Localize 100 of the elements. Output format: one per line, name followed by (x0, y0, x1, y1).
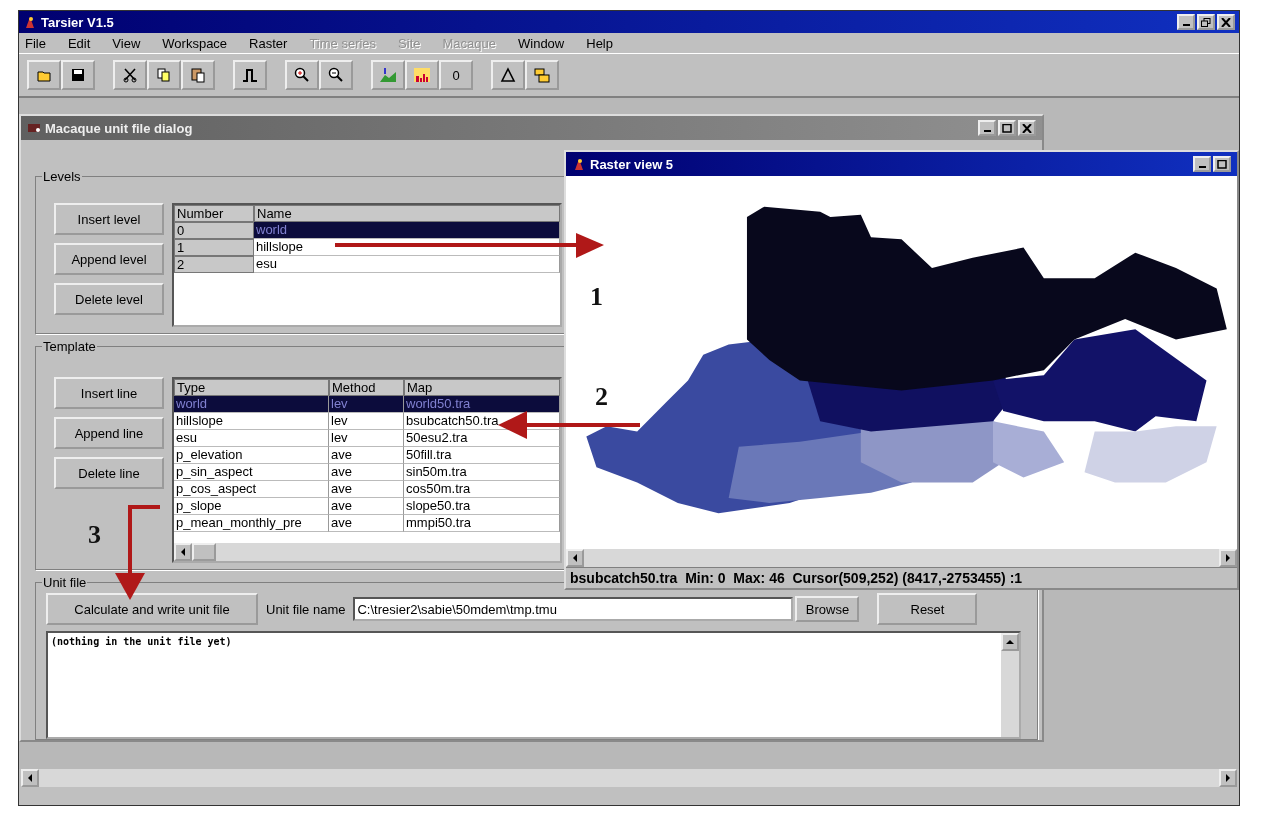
action-button[interactable]: Append level (54, 243, 164, 275)
action-button[interactable]: Insert line (54, 377, 164, 409)
field-label: Unit file name (266, 601, 346, 617)
menu-item[interactable]: File (25, 35, 46, 51)
graph-step-icon (242, 67, 258, 83)
scroll-up-button[interactable] (1001, 633, 1019, 651)
table-cell: p_sin_aspect (174, 464, 329, 481)
table-cell: p_elevation (174, 447, 329, 464)
zoom-out-button[interactable] (319, 60, 353, 90)
close-button[interactable] (1217, 14, 1235, 30)
column-header[interactable]: Name (254, 205, 560, 222)
scroll-right-button[interactable] (1219, 769, 1237, 787)
horizontal-scrollbar[interactable] (174, 543, 560, 561)
maximize-button[interactable] (998, 120, 1016, 136)
maximize-icon (1217, 159, 1227, 169)
triangle-button[interactable] (491, 60, 525, 90)
zoom-in-button[interactable] (285, 60, 319, 90)
menu-item[interactable]: Edit (67, 35, 91, 51)
landscape-button[interactable] (371, 60, 405, 90)
grid-row[interactable]: p_mean_monthly_pre ave mmpi50.tra (174, 515, 560, 532)
column-header[interactable]: Map (404, 379, 560, 396)
grid-row[interactable]: p_sin_aspect ave sin50m.tra (174, 464, 560, 481)
histogram-icon (414, 67, 430, 83)
column-header[interactable]: Type (174, 379, 329, 396)
vertical-scrollbar[interactable] (1001, 633, 1019, 737)
table-cell: lev (329, 413, 404, 430)
table-cell: lev (329, 430, 404, 447)
column-header[interactable]: Number (174, 205, 254, 222)
save-button[interactable] (61, 60, 95, 90)
app-icon (27, 122, 41, 134)
minimize-icon (1182, 24, 1190, 26)
horizontal-scrollbar[interactable] (566, 549, 1237, 567)
menu-item[interactable]: Raster (249, 35, 288, 51)
group-label: Levels (42, 169, 82, 184)
grid-row[interactable]: p_cos_aspect ave cos50m.tra (174, 481, 560, 498)
copy-icon (156, 67, 172, 83)
scroll-right-button[interactable] (1219, 549, 1237, 567)
table-cell: world50.tra (404, 396, 560, 413)
table-cell: p_mean_monthly_pre (174, 515, 329, 532)
close-button[interactable] (1018, 120, 1036, 136)
counter-button[interactable]: 0 (439, 60, 473, 90)
scissors-button[interactable] (113, 60, 147, 90)
table-cell: 50fill.tra (404, 447, 560, 464)
action-button[interactable]: Append line (54, 417, 164, 449)
copy-button[interactable] (147, 60, 181, 90)
annotation-number: 2 (595, 382, 608, 412)
maximize-icon (1002, 123, 1012, 133)
grid-row[interactable]: p_slope ave slope50.tra (174, 498, 560, 515)
table-cell: ave (329, 447, 404, 464)
annotation-number: 3 (88, 520, 101, 550)
minimize-button[interactable] (1177, 14, 1195, 30)
action-button[interactable]: Insert level (54, 203, 164, 235)
scroll-left-button[interactable] (566, 549, 584, 567)
table-cell: hillslope (174, 413, 329, 430)
reset-button[interactable]: Reset (877, 593, 978, 625)
menu-item[interactable]: View (112, 35, 141, 51)
close-icon (1022, 123, 1032, 133)
table-cell: mmpi50.tra (404, 515, 560, 532)
table-cell: p_cos_aspect (174, 481, 329, 498)
calculate-button[interactable]: Calculate and write unit file (46, 593, 258, 625)
arrow-left-icon (180, 548, 186, 556)
menu-item[interactable]: Workspace (162, 35, 228, 51)
grid-row[interactable]: p_elevation ave 50fill.tra (174, 447, 560, 464)
folder-button[interactable] (27, 60, 61, 90)
restore-button[interactable] (1197, 14, 1215, 30)
scroll-left-button[interactable] (21, 769, 39, 787)
table-cell: ave (329, 498, 404, 515)
action-button[interactable]: Delete level (54, 283, 164, 315)
browse-button[interactable]: Browse (795, 596, 860, 622)
save-icon (70, 67, 86, 83)
column-header[interactable]: Method (329, 379, 404, 396)
grid-row[interactable]: 2 esu (174, 256, 560, 273)
menu-item[interactable]: Help (586, 35, 613, 51)
scroll-left-button[interactable] (174, 543, 192, 561)
histogram-button[interactable] (405, 60, 439, 90)
action-button[interactable]: Delete line (54, 457, 164, 489)
triangle-icon (500, 67, 516, 83)
scissors-icon (122, 67, 138, 83)
minimize-button[interactable] (1193, 156, 1211, 172)
zoom-out-icon (328, 67, 344, 83)
paste-button[interactable] (181, 60, 215, 90)
graph-step-button[interactable] (233, 60, 267, 90)
minimize-button[interactable] (978, 120, 996, 136)
grid-row[interactable]: world lev world50.tra (174, 396, 560, 413)
table-cell: hillslope (254, 239, 560, 256)
table-cell: 0 (174, 222, 254, 239)
file-name-field[interactable]: C:\tresier2\sabie\50mdem\tmp.tmu (353, 597, 794, 621)
table-cell: world (254, 222, 560, 239)
table-cell: ave (329, 481, 404, 498)
table-cell: world (174, 396, 329, 413)
grid-row[interactable]: 0 world (174, 222, 560, 239)
scroll-thumb[interactable] (192, 543, 216, 561)
table-cell: 1 (174, 239, 254, 256)
maximize-button[interactable] (1213, 156, 1231, 172)
menu-item[interactable]: Window (518, 35, 565, 51)
folders-button[interactable] (525, 60, 559, 90)
horizontal-scrollbar[interactable] (21, 769, 1237, 787)
table-cell: esu (174, 430, 329, 447)
table-cell: sin50m.tra (404, 464, 560, 481)
grid-row[interactable]: 1 hillslope (174, 239, 560, 256)
